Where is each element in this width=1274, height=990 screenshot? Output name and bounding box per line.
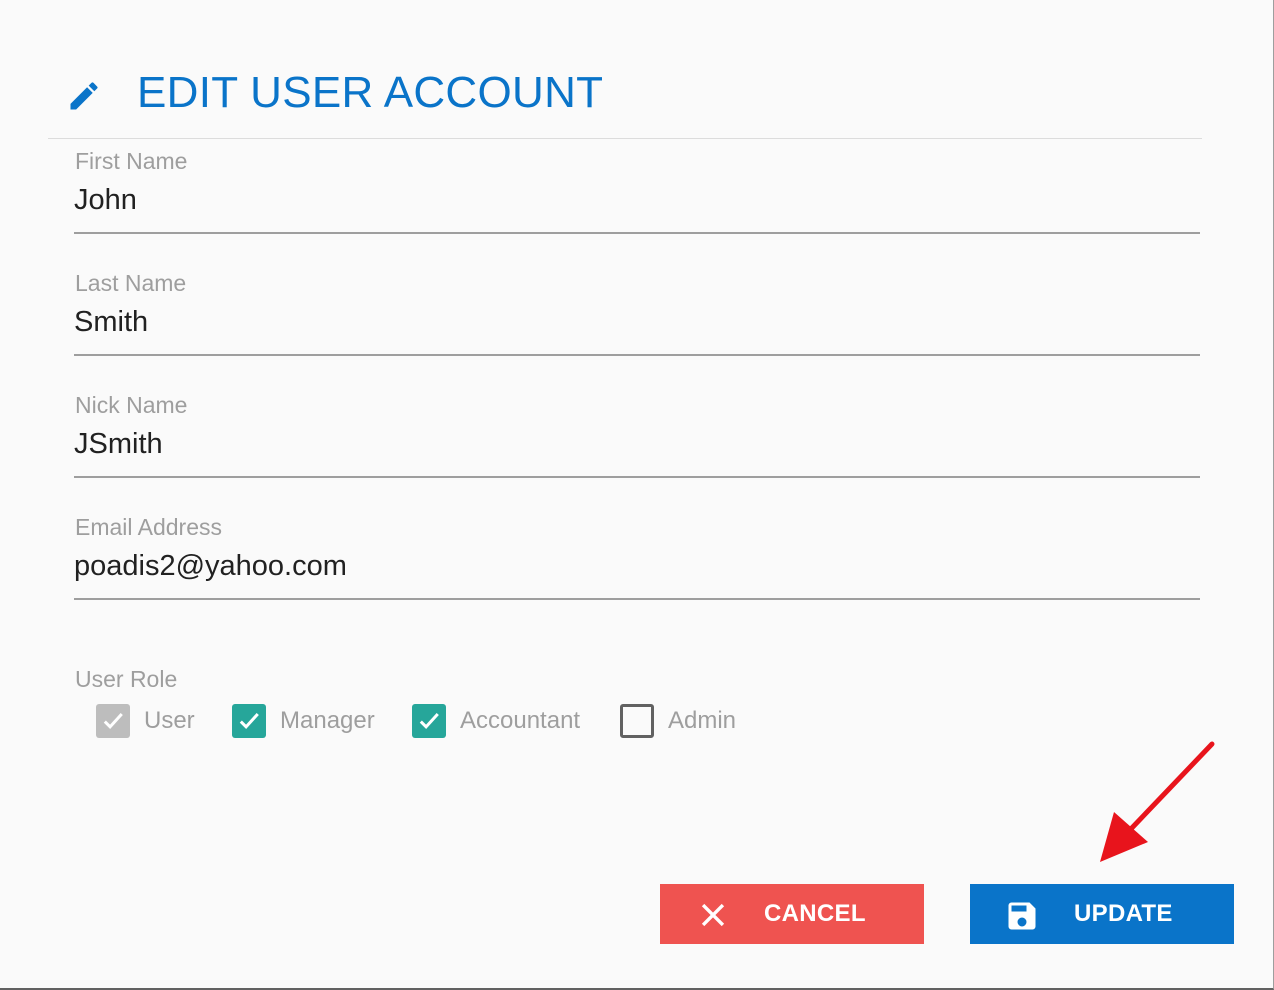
- role-label-user: User: [144, 707, 195, 734]
- dialog-title: EDIT USER ACCOUNT: [137, 68, 604, 117]
- role-checkbox-manager[interactable]: Manager: [232, 701, 375, 741]
- cancel-button-label: CANCEL: [764, 900, 866, 927]
- dialog-header: EDIT USER ACCOUNT: [48, 0, 1202, 139]
- update-button[interactable]: UPDATE: [970, 884, 1234, 944]
- role-label-admin: Admin: [668, 707, 737, 734]
- role-label-manager: Manager: [280, 707, 375, 734]
- role-checkbox-accountant[interactable]: Accountant: [412, 701, 580, 741]
- first-name-label: First Name: [75, 148, 188, 174]
- cancel-button[interactable]: CANCEL: [660, 884, 924, 944]
- last-name-field[interactable]: Last Name: [74, 262, 1200, 356]
- email-field[interactable]: Email Address: [74, 506, 1200, 600]
- nick-name-label: Nick Name: [75, 392, 188, 418]
- role-checkbox-admin[interactable]: Admin: [620, 701, 736, 741]
- update-button-label: UPDATE: [1074, 900, 1173, 927]
- email-label: Email Address: [75, 514, 223, 540]
- red-arrow-icon: [1090, 740, 1220, 870]
- nick-name-input[interactable]: [74, 424, 1174, 464]
- last-name-input[interactable]: [74, 302, 1174, 342]
- pencil-icon: [66, 78, 102, 114]
- first-name-field[interactable]: First Name: [74, 140, 1200, 234]
- checkbox-checked-icon[interactable]: [232, 704, 266, 738]
- checkbox-checked-icon[interactable]: [412, 704, 446, 738]
- checkbox-unchecked-icon[interactable]: [620, 704, 654, 738]
- first-name-input[interactable]: [74, 180, 1174, 220]
- user-role-label: User Role: [75, 666, 178, 692]
- last-name-label: Last Name: [75, 270, 187, 296]
- close-icon: [696, 898, 730, 932]
- checkbox-checked-icon[interactable]: [96, 704, 130, 738]
- edit-user-dialog: EDIT USER ACCOUNT First Name Last Name N…: [0, 0, 1274, 990]
- role-label-accountant: Accountant: [460, 707, 581, 734]
- role-checkbox-user[interactable]: User: [96, 701, 195, 741]
- email-input[interactable]: [74, 546, 1174, 586]
- save-icon: [1004, 898, 1038, 932]
- nick-name-field[interactable]: Nick Name: [74, 384, 1200, 478]
